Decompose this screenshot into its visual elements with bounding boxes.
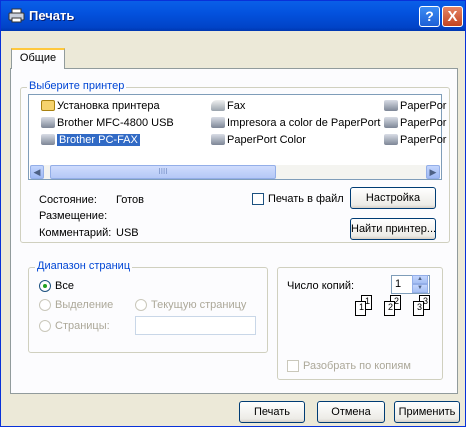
printer-name: Brother MFC-4800 USB — [57, 117, 174, 129]
printer-item-pcfax[interactable]: Brother PC-FAX — [41, 133, 140, 147]
collate-page-front: 2 — [384, 301, 395, 316]
print-to-file-checkbox[interactable] — [252, 193, 264, 205]
printer-name: PaperPort Color — [227, 134, 306, 146]
page-range-legend: Диапазон страниц — [35, 260, 133, 272]
printer-item-paperport-color[interactable]: PaperPort Color — [211, 133, 306, 147]
printer-item-mfc[interactable]: Brother MFC-4800 USB — [41, 116, 174, 130]
add-printer-icon — [41, 100, 55, 111]
print-to-file-label[interactable]: Печать в файл — [268, 193, 344, 205]
title-bar[interactable]: Печать ? X — [1, 1, 465, 31]
printer-item-fax[interactable]: Fax — [211, 99, 245, 113]
printer-name: PaperPor — [400, 100, 447, 112]
apply-button[interactable]: Применить — [394, 401, 460, 423]
horizontal-scrollbar[interactable]: ◀ IIII ▶ — [30, 165, 440, 179]
cancel-button[interactable]: Отмена — [317, 401, 385, 423]
printer-name: PaperPor — [400, 117, 447, 129]
printer-icon — [384, 100, 398, 111]
printer-name: Fax — [227, 100, 246, 112]
comment-label: Комментарий: — [39, 227, 112, 239]
printer-name: Impresora a color de PaperPort — [227, 117, 381, 129]
range-selection-label[interactable]: Выделение — [55, 299, 113, 311]
help-button[interactable]: ? — [419, 6, 440, 27]
printer-icon — [384, 117, 398, 128]
location-label: Размещение: — [39, 210, 108, 222]
printer-group-legend: Выберите принтер — [27, 80, 127, 92]
print-button[interactable]: Печать — [239, 401, 305, 423]
scroll-thumb[interactable]: IIII — [50, 165, 276, 179]
printer-list[interactable]: Установка принтера Brother MFC-4800 USB … — [28, 94, 446, 180]
range-current-page-radio[interactable] — [135, 299, 147, 311]
comment-value: USB — [116, 227, 139, 239]
scroll-right-icon[interactable]: ▶ — [426, 165, 440, 179]
printer-icon — [384, 134, 398, 145]
find-printer-button[interactable]: Найти принтер... — [350, 218, 436, 240]
printer-name: Установка принтера — [57, 100, 160, 112]
printer-item-paperport-1[interactable]: PaperPor — [384, 99, 446, 113]
printer-icon — [41, 117, 55, 128]
close-button[interactable]: X — [442, 6, 463, 27]
setup-button[interactable]: Настройка — [350, 187, 436, 209]
fax-icon — [211, 100, 225, 111]
printer-item-paperport-3[interactable]: PaperPor — [384, 133, 446, 147]
range-pages-label[interactable]: Страницы: — [55, 320, 110, 332]
printer-icon — [211, 117, 225, 128]
status-value: Готов — [116, 194, 144, 206]
range-current-page-label[interactable]: Текущую страницу — [151, 299, 246, 311]
copies-label: Число копий: — [287, 280, 355, 292]
status-label: Состояние: — [39, 194, 97, 206]
spin-up-icon[interactable]: ▲ — [412, 275, 428, 284]
collate-checkbox[interactable] — [287, 360, 299, 372]
range-all-label[interactable]: Все — [55, 280, 74, 292]
print-dialog: Печать ? X Общие Выберите принтер Устано… — [0, 0, 466, 427]
printer-name: PaperPor — [400, 134, 447, 146]
printer-item-paperport-2[interactable]: PaperPor — [384, 116, 446, 130]
printer-icon — [211, 134, 225, 145]
printer-icon — [41, 134, 55, 145]
range-selection-radio[interactable] — [39, 299, 51, 311]
pages-input[interactable] — [135, 316, 256, 335]
collate-label[interactable]: Разобрать по копиям — [303, 360, 411, 372]
window-title: Печать — [29, 8, 75, 23]
range-all-radio[interactable] — [39, 280, 51, 292]
tab-general[interactable]: Общие — [11, 48, 65, 69]
printer-item-paperport-impresora[interactable]: Impresora a color de PaperPort — [211, 116, 380, 130]
printer-icon — [8, 8, 25, 23]
scroll-left-icon[interactable]: ◀ — [30, 165, 44, 179]
printer-item-add[interactable]: Установка принтера — [41, 99, 160, 113]
range-pages-radio[interactable] — [39, 320, 51, 332]
collate-page-front: 3 — [413, 301, 424, 316]
printer-name: Brother PC-FAX — [57, 134, 140, 146]
copies-spinner[interactable]: ▲ ▼ — [412, 275, 428, 293]
collate-page-front: 1 — [355, 301, 366, 316]
spin-down-icon[interactable]: ▼ — [412, 284, 428, 293]
